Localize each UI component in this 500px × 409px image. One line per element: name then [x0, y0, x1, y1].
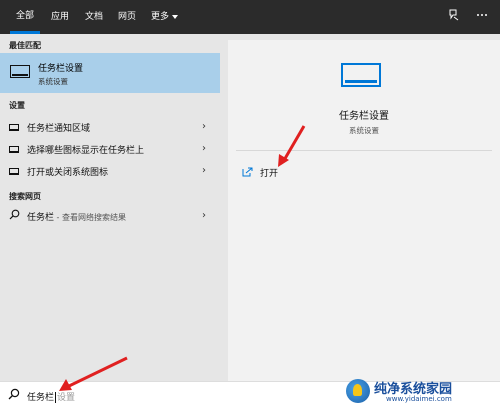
- detail-pane: 任务栏设置 系统设置 打开: [228, 40, 500, 381]
- watermark-logo-icon: [346, 379, 370, 403]
- chevron-right-icon: ›: [202, 210, 206, 221]
- search-typed-text: 任务栏: [27, 393, 55, 403]
- watermark: 纯净系统家园 www.yidaimei.com: [346, 377, 496, 407]
- annotation-arrow-open: [278, 125, 306, 167]
- web-search-label: 任务栏 - 查看网络搜索结果: [27, 210, 126, 223]
- settings-item-select-icons[interactable]: 选择哪些图标显示在任务栏上 ›: [0, 138, 220, 160]
- taskbar-icon: [10, 65, 30, 78]
- feedback-icon[interactable]: [446, 9, 462, 25]
- section-web-label: 搜索网页: [9, 192, 41, 201]
- results-list: 最佳匹配 任务栏设置 系统设置 设置 任务栏通知区域 › 选择哪些图标显示在任务…: [0, 34, 222, 381]
- section-best-match-label: 最佳匹配: [9, 41, 41, 50]
- settings-item-notification-area[interactable]: 任务栏通知区域 ›: [0, 116, 220, 138]
- tab-web[interactable]: 网页: [118, 0, 136, 34]
- tab-more[interactable]: 更多: [151, 0, 179, 34]
- settings-item-system-icons[interactable]: 打开或关闭系统图标 ›: [0, 160, 220, 182]
- web-search-term: 任务栏: [27, 213, 55, 223]
- best-match-item[interactable]: 任务栏设置 系统设置: [0, 53, 220, 93]
- search-icon: [9, 209, 20, 223]
- settings-item-label: 选择哪些图标显示在任务栏上: [27, 146, 145, 156]
- open-icon: [242, 167, 253, 177]
- taskbar-icon: [9, 124, 19, 131]
- search-filter-bar: 全部 应用 文档 网页 更多: [0, 0, 500, 34]
- annotation-arrow-search: [59, 356, 128, 391]
- taskbar-icon: [9, 146, 19, 153]
- chevron-right-icon: ›: [202, 165, 206, 176]
- settings-item-label: 任务栏通知区域: [27, 124, 91, 134]
- tab-apps[interactable]: 应用: [51, 0, 69, 34]
- section-settings-label: 设置: [9, 101, 25, 110]
- detail-title: 任务栏设置: [339, 111, 389, 122]
- search-icon: [8, 388, 20, 403]
- watermark-url: www.yidaimei.com: [386, 395, 452, 403]
- tab-documents[interactable]: 文档: [85, 0, 103, 34]
- chevron-down-icon: [172, 14, 179, 19]
- ellipsis-icon[interactable]: [474, 9, 490, 25]
- chevron-right-icon: ›: [202, 143, 206, 154]
- best-match-subtitle: 系统设置: [38, 77, 68, 86]
- best-match-title: 任务栏设置: [38, 64, 84, 74]
- taskbar-settings-icon: [341, 63, 381, 87]
- web-search-suffix: - 查看网络搜索结果: [54, 213, 126, 222]
- web-search-item[interactable]: 任务栏 - 查看网络搜索结果 ›: [0, 205, 220, 227]
- chevron-right-icon: ›: [202, 121, 206, 132]
- detail-subtitle: 系统设置: [349, 126, 379, 135]
- settings-item-label: 打开或关闭系统图标: [27, 168, 109, 178]
- tab-more-label: 更多: [151, 12, 170, 22]
- tab-all[interactable]: 全部: [10, 0, 40, 34]
- taskbar-icon: [9, 168, 19, 175]
